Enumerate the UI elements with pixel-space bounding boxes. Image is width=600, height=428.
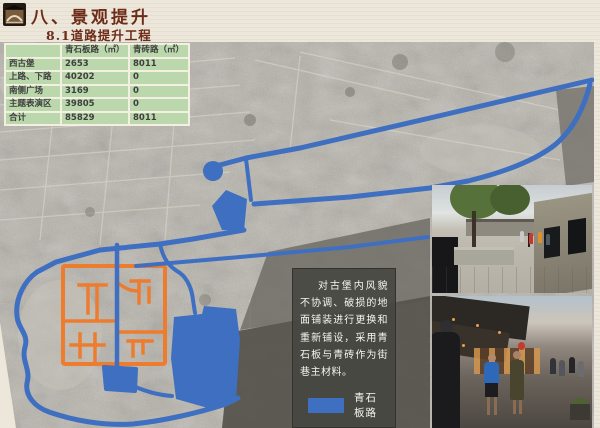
pedestrian-head (513, 351, 521, 359)
road-table-body: 西古堡26538011上路、下路402020南侧广场31690主题表演区3980… (6, 59, 188, 125)
bluestone-swatch (308, 398, 344, 413)
pedestrian-olive-dress (510, 360, 524, 400)
eave-light (462, 344, 465, 347)
table-row: 西古堡26538011 (6, 59, 188, 71)
pedestrian (520, 231, 524, 242)
pedestrian (546, 234, 550, 245)
foreground-pedestrian (432, 332, 460, 428)
table-row: 合计858298011 (6, 113, 188, 125)
row-label-cell: 主题表演区 (6, 99, 60, 111)
row-label-cell: 合计 (6, 113, 60, 125)
eave-light (476, 324, 479, 327)
planter (570, 404, 590, 420)
pedestrian (578, 361, 584, 377)
table-header-row: 青石板路（㎡）青砖路（㎡） (6, 45, 188, 57)
table-row: 主题表演区398050 (6, 99, 188, 111)
note-text: 对古堡内风貌不协调、破损的地面铺装进行更换和重新铺设，采用青石板与青砖作为街巷主… (300, 278, 388, 381)
pedestrian (569, 357, 575, 373)
pedestrian (538, 232, 542, 243)
value-cell: 0 (130, 72, 188, 84)
row-label-cell: 南侧广场 (6, 86, 60, 98)
table-row: 南侧广场31690 (6, 86, 188, 98)
pedestrian-head (488, 354, 496, 362)
table-column-header (6, 45, 60, 57)
eave-light (498, 331, 501, 334)
row-label-cell: 上路、下路 (6, 72, 60, 84)
pedestrian (550, 358, 556, 374)
page-subtitle: 8.1道路提升工程 (46, 25, 152, 44)
row-label-cell: 西古堡 (6, 59, 60, 71)
value-cell: 85829 (62, 113, 128, 125)
photo-renovated-street-day (432, 185, 592, 293)
paving (432, 267, 592, 293)
stone-bench (454, 247, 514, 265)
red-lantern (518, 342, 525, 350)
table-row: 上路、下路402020 (6, 72, 188, 84)
legend-row-bluestone: 青石板路 (308, 390, 388, 420)
performance-area-fill (171, 306, 240, 408)
slide: 八、景观提升 8.1道路提升工程 (0, 0, 600, 428)
bluestone-label: 青石板路 (354, 390, 388, 420)
value-cell: 2653 (62, 59, 128, 71)
road-area-table: 青石板路（㎡）青砖路（㎡） 西古堡26538011上路、下路402020南侧广场… (4, 43, 190, 126)
pedestrian-shorts (485, 383, 498, 397)
note-box: 对古堡内风貌不协调、破损的地面铺装进行更换和重新铺设，采用青石板与青砖作为街巷主… (292, 268, 396, 428)
pedestrian (529, 233, 533, 244)
value-cell: 40202 (62, 72, 128, 84)
pedestrian-blue-shirt (484, 362, 499, 384)
value-cell: 0 (130, 86, 188, 98)
value-cell: 3169 (62, 86, 128, 98)
tree-canopy (490, 185, 530, 215)
table-column-header: 青石板路（㎡） (62, 45, 128, 57)
pedestrian (559, 360, 565, 376)
value-cell: 8011 (130, 113, 188, 125)
table-column-header: 青砖路（㎡） (130, 45, 188, 57)
window (568, 218, 586, 255)
map-legend: 青石板路 青砖路 (300, 390, 388, 428)
pedestrian-legs (487, 397, 490, 415)
value-cell: 0 (130, 99, 188, 111)
eave-light (452, 318, 455, 321)
seal-bridge-icon (3, 3, 26, 26)
value-cell: 39805 (62, 99, 128, 111)
pedestrian-legs (513, 400, 516, 414)
photo-traditional-street-dusk (432, 296, 592, 428)
value-cell: 8011 (130, 59, 188, 71)
